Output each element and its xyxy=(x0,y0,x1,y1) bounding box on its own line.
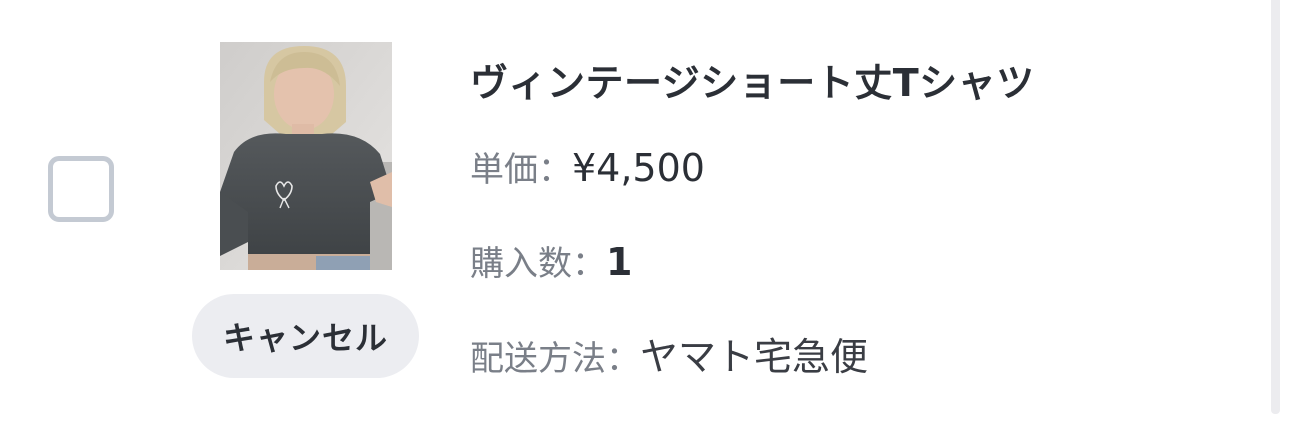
cancel-button[interactable]: キャンセル xyxy=(192,294,419,378)
shipping-method-value: ヤマト宅急便 xyxy=(640,335,869,379)
shipping-method-row: 配送方法： ヤマト宅急便 xyxy=(470,326,868,381)
quantity-row: 購入数： 1 xyxy=(470,236,632,285)
shipping-method-label: 配送方法： xyxy=(470,339,640,379)
product-title[interactable]: ヴィンテージショート丈Tシャツ xyxy=(470,52,1035,107)
product-thumbnail[interactable] xyxy=(220,42,392,270)
product-photo xyxy=(220,42,392,270)
scrollbar[interactable] xyxy=(1271,0,1280,414)
quantity-label: 購入数： xyxy=(470,244,606,284)
select-item-checkbox[interactable] xyxy=(48,156,114,222)
unit-price-label: 単価： xyxy=(470,150,572,190)
unit-price-row: 単価： ¥4,500 xyxy=(470,142,705,191)
unit-price-value: ¥4,500 xyxy=(572,146,705,190)
quantity-value: 1 xyxy=(606,240,633,284)
